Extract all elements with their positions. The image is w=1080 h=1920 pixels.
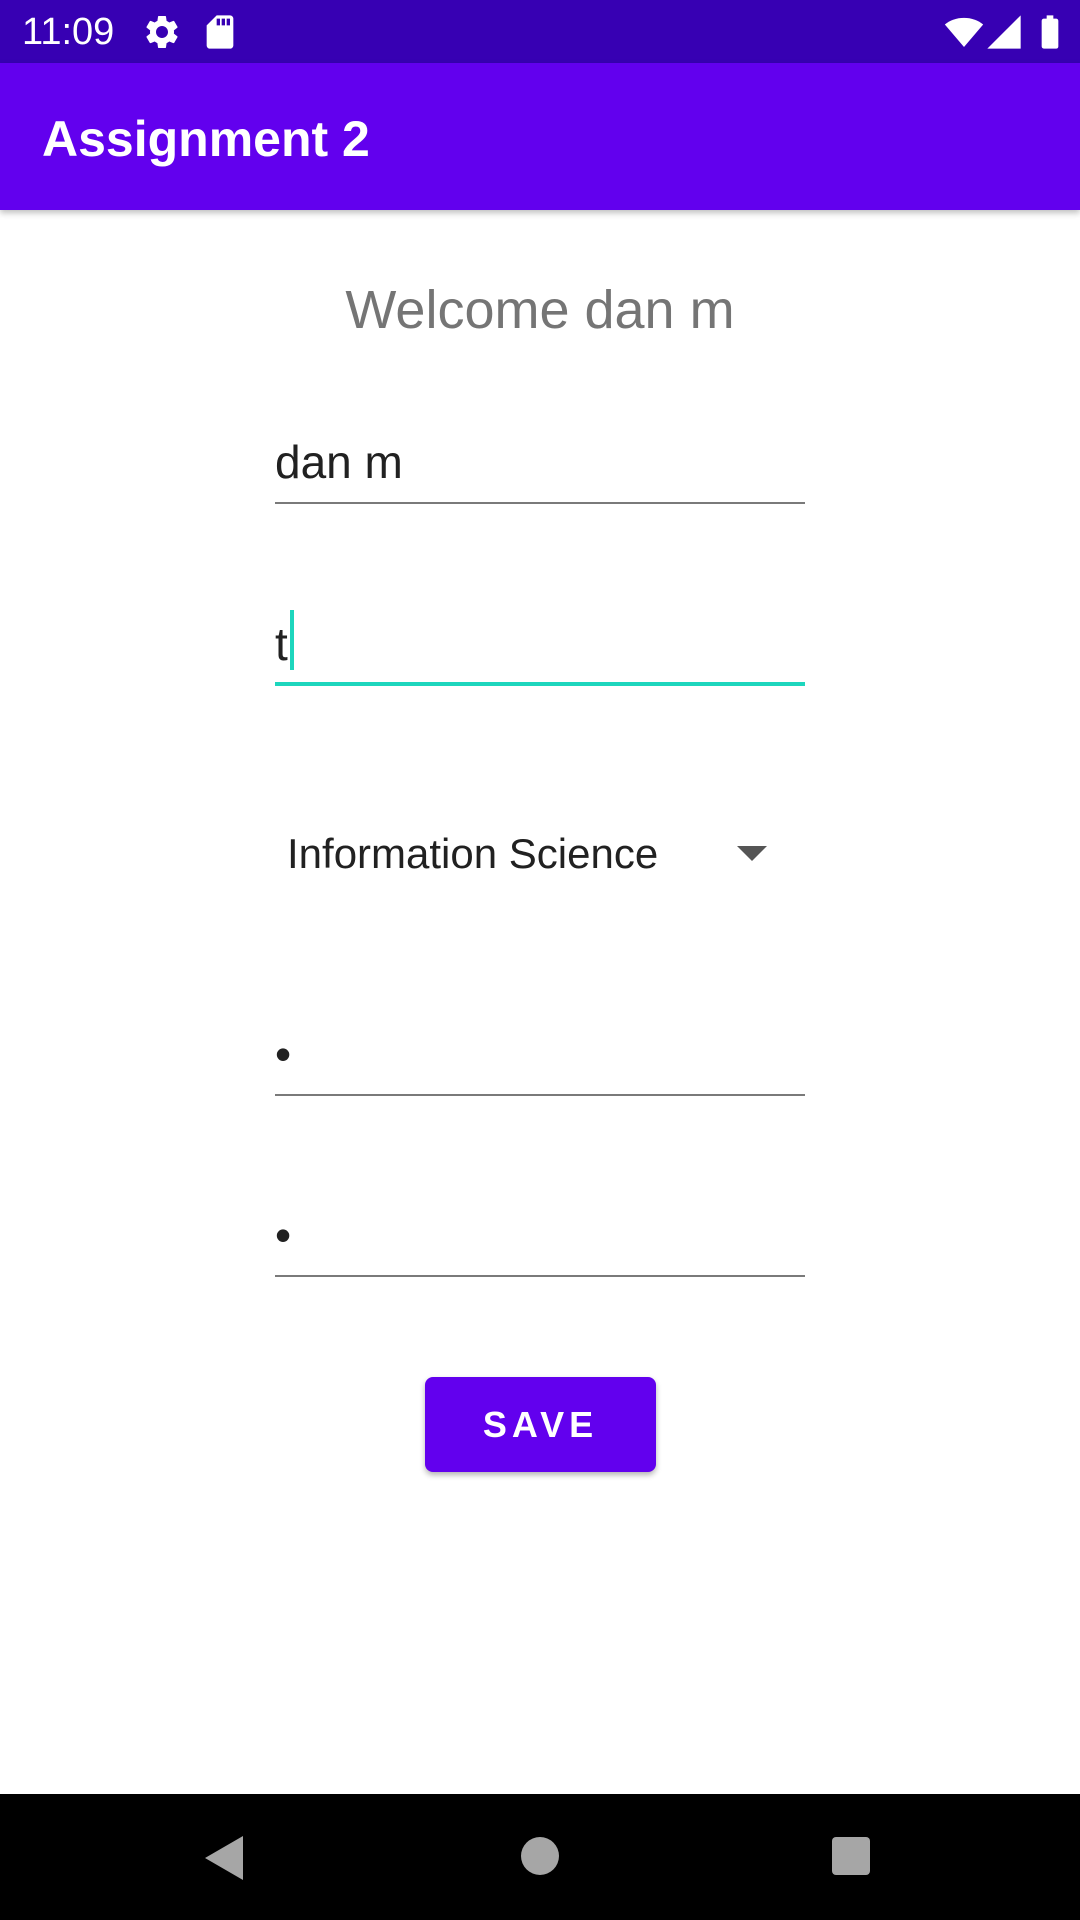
name-field-value: dan m	[275, 436, 403, 488]
back-icon[interactable]	[205, 1836, 243, 1880]
cell-signal-icon	[984, 12, 1024, 52]
status-time: 11:09	[22, 11, 115, 53]
app-bar: Assignment 2	[0, 63, 1080, 210]
confirm-password-field-underline	[275, 1275, 805, 1277]
spinner-selected-value: Information Science	[287, 830, 659, 877]
text-cursor	[289, 610, 294, 670]
password-field-value: •	[275, 1028, 292, 1080]
name-field-underline	[275, 502, 805, 504]
name-field[interactable]: dan m	[275, 424, 805, 504]
recents-icon[interactable]	[832, 1837, 870, 1875]
dropdown-arrow-icon	[737, 846, 767, 861]
focused-field-value-wrap: t	[275, 610, 294, 672]
settings-icon	[142, 12, 182, 52]
focused-field-value: t	[275, 618, 288, 670]
save-button[interactable]: SAVE	[425, 1377, 656, 1472]
welcome-text: Welcome dan m	[345, 280, 735, 340]
wifi-icon	[944, 12, 984, 52]
major-spinner[interactable]: Information Science	[275, 810, 795, 900]
confirm-password-field-value: •	[275, 1209, 292, 1261]
sd-card-icon	[200, 12, 240, 52]
password-field-underline	[275, 1094, 805, 1096]
focused-text-field[interactable]: t	[275, 606, 805, 686]
password-field[interactable]: •	[275, 1016, 805, 1096]
app-title: Assignment 2	[42, 111, 370, 167]
confirm-password-field[interactable]: •	[275, 1197, 805, 1277]
home-icon[interactable]	[521, 1837, 559, 1875]
status-bar: 11:09	[0, 0, 1080, 63]
focused-field-underline	[275, 682, 805, 686]
battery-icon	[1030, 12, 1070, 52]
system-nav-bar	[0, 1794, 1080, 1920]
